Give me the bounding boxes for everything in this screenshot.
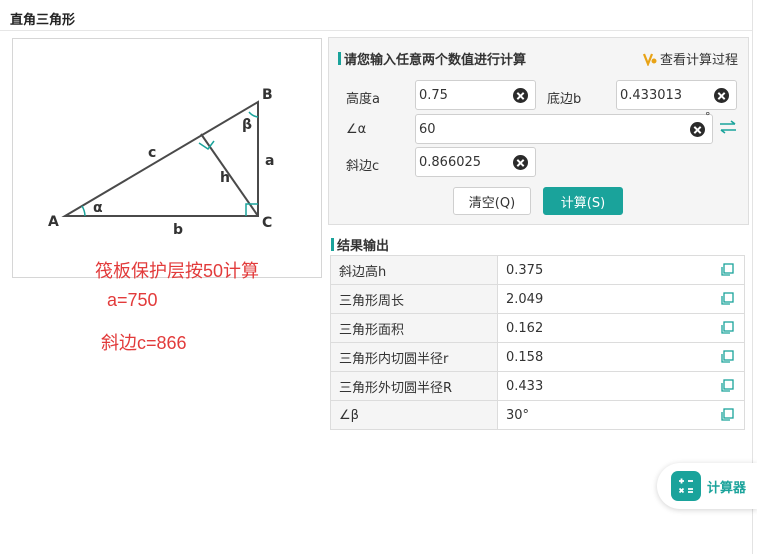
result-label: ∠β (330, 400, 498, 430)
view-process-label: 查看计算过程 (659, 53, 738, 68)
annotation-note-a: a=750 (107, 290, 158, 310)
result-value-cell: 0.158 (497, 342, 745, 372)
view-process-link[interactable]: 查看计算过程 (642, 49, 738, 68)
height-a-label: 高度a (346, 92, 380, 107)
result-label: 三角形周长 (330, 284, 498, 314)
angle-label-beta: β (242, 117, 252, 133)
table-row: 三角形外切圆半径R 0.433 (330, 371, 745, 401)
hypotenuse-c-field (415, 147, 536, 177)
result-label: 三角形外切圆半径R (330, 371, 498, 401)
input-panel-title: 请您输入任意两个数值进行计算 (338, 49, 526, 68)
table-row: 三角形周长 2.049 (330, 284, 745, 314)
calculator-icon (671, 471, 701, 501)
result-value: 0.162 (506, 320, 544, 336)
title-accent-bar (338, 52, 341, 65)
clear-base-b-icon[interactable] (714, 88, 729, 103)
result-value: 0.158 (506, 349, 544, 365)
calculate-button[interactable]: 计算(S) (543, 187, 623, 215)
height-a-field (415, 80, 536, 110)
results-title: 结果输出 (331, 235, 389, 254)
result-value-cell: 0.162 (497, 313, 745, 343)
angle-alpha-label: ∠α (346, 122, 367, 137)
result-value: 30° (506, 407, 530, 423)
results-table: 斜边高h 0.375 三角形周长 2.049 三角形面积 0.162 三角形内切… (330, 255, 745, 430)
vip-icon (642, 53, 657, 66)
clear-angle-alpha-icon[interactable] (690, 122, 705, 137)
clear-hypotenuse-c-icon[interactable] (513, 155, 528, 170)
table-row: 斜边高h 0.375 (330, 255, 745, 285)
table-row: 三角形面积 0.162 (330, 313, 745, 343)
copy-icon[interactable] (720, 408, 734, 422)
side-label-b: b (173, 222, 183, 238)
degree-unit: ° (705, 110, 711, 123)
result-value-cell: 0.433 (497, 371, 745, 401)
page-title: 直角三角形 (10, 13, 76, 28)
swap-unit-icon[interactable] (719, 120, 737, 134)
triangle-svg: A B C a b c h α β (48, 87, 274, 238)
result-label: 斜边高h (330, 255, 498, 285)
header-divider (0, 30, 752, 31)
table-row: 三角形内切圆半径r 0.158 (330, 342, 745, 372)
vertex-label-a: A (48, 214, 59, 230)
calculator-icon-glyph (678, 478, 693, 494)
triangle-diagram: A B C a b c h α β (12, 38, 322, 278)
base-b-label: 底边b (547, 92, 582, 107)
triangle-outline (61, 100, 259, 217)
result-value-cell: 30° (497, 400, 745, 430)
copy-icon[interactable] (720, 379, 734, 393)
annotation-note-c: 斜边c=866 (101, 333, 187, 353)
calculator-label: 计算器 (707, 480, 747, 496)
result-value: 2.049 (506, 291, 544, 307)
table-row: ∠β 30° (330, 400, 745, 430)
height-label-h: h (220, 170, 230, 186)
result-value: 0.375 (506, 262, 544, 278)
side-label-a: a (265, 153, 274, 169)
angle-alpha-field (415, 114, 713, 144)
annotation-note-cover: 筏板保护层按50计算 (95, 261, 260, 281)
angle-label-alpha: α (93, 200, 103, 216)
input-panel: 请您输入任意两个数值进行计算 查看计算过程 高度a 底边b ∠α ° 斜边c 清… (328, 37, 749, 225)
results-title-text: 结果输出 (337, 239, 390, 254)
base-b-field (616, 80, 737, 110)
clear-height-a-icon[interactable] (513, 88, 528, 103)
copy-icon[interactable] (720, 350, 734, 364)
copy-icon[interactable] (720, 263, 734, 277)
result-value: 0.433 (506, 378, 544, 394)
copy-icon[interactable] (720, 292, 734, 306)
result-label: 三角形面积 (330, 313, 498, 343)
vertex-label-c: C (262, 215, 272, 231)
copy-icon[interactable] (720, 321, 734, 335)
side-label-c: c (148, 145, 156, 161)
results-accent-bar (331, 238, 334, 251)
result-label: 三角形内切圆半径r (330, 342, 498, 372)
alpha-arc (81, 205, 86, 217)
result-value-cell: 2.049 (497, 284, 745, 314)
hypotenuse-c-label: 斜边c (346, 159, 380, 174)
angle-alpha-input[interactable] (416, 115, 712, 143)
vertex-label-b: B (262, 87, 273, 103)
result-value-cell: 0.375 (497, 255, 745, 285)
clear-button[interactable]: 清空(Q) (453, 187, 531, 215)
calculator-widget[interactable]: 计算器 (657, 463, 757, 509)
input-panel-title-text: 请您输入任意两个数值进行计算 (344, 53, 527, 68)
